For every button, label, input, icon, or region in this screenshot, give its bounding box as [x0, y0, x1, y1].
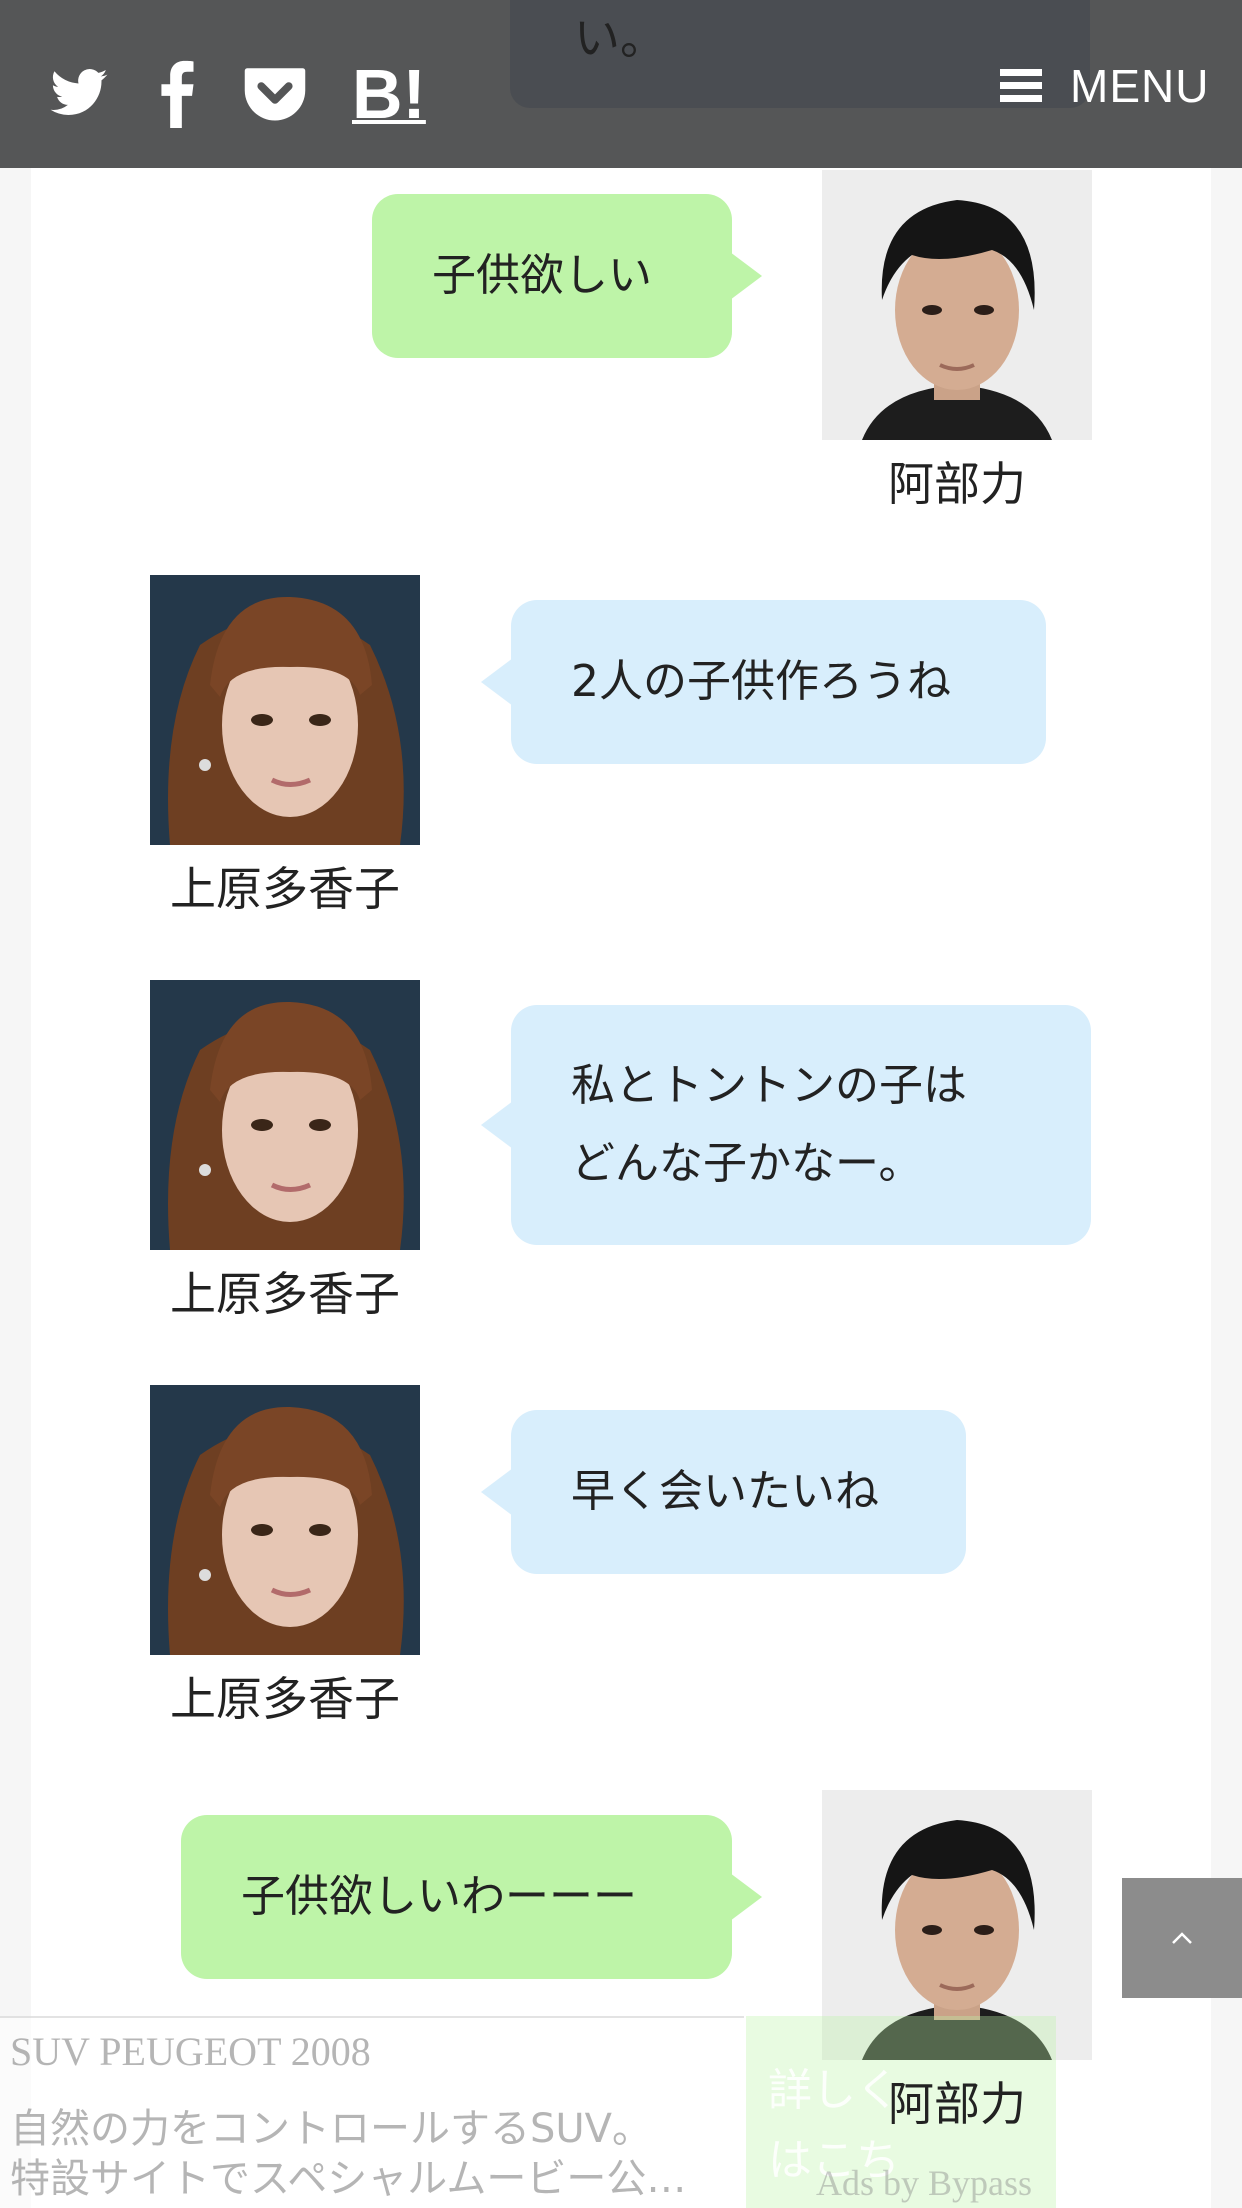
chat-bubble: 私とトントンの子は どんな子かなー。	[481, 1005, 1091, 1245]
chat-bubble-text: 2人の子供作ろうね	[571, 656, 951, 707]
ad-title: SUV PEUGEOT 2008	[10, 2029, 371, 2074]
scroll-to-top-button[interactable]	[1122, 1878, 1242, 1998]
ad-line-2: 特設サイトでスペシャルムービー公…	[10, 2156, 687, 2202]
chevron-up-icon	[1172, 1932, 1192, 1944]
speaker-name: 阿部力	[888, 2077, 1026, 2131]
hatena-bookmark-icon[interactable]: B!	[352, 54, 426, 133]
menu-button[interactable]: MENU	[1000, 56, 1209, 116]
speaker-name: 上原多香子	[170, 1672, 400, 1726]
chat-bubble: 子供欲しいわーーー	[181, 1815, 762, 1979]
chat-bubble-text: 子供欲しい	[432, 250, 652, 301]
avatar	[822, 170, 1092, 440]
avatar	[150, 980, 420, 1250]
chat-bubble: 子供欲しい	[372, 194, 762, 358]
avatar	[150, 575, 420, 845]
hamburger-icon	[1000, 69, 1042, 103]
speaker-name: 上原多香子	[170, 862, 400, 916]
top-header: い。 B! MENU	[0, 0, 1242, 168]
chat-bubble-text: 早く会いたいね	[571, 1466, 879, 1517]
menu-label: MENU	[1070, 60, 1210, 112]
chat-bubble: 2人の子供作ろうね	[481, 600, 1046, 764]
speaker-name: 上原多香子	[170, 1267, 400, 1321]
chat-bubble-text-line1: 私とトントンの子は	[571, 1060, 967, 1111]
chat-bubble-text: 子供欲しいわーーー	[241, 1871, 637, 1922]
chat-bubble: 早く会いたいね	[481, 1410, 966, 1574]
pocket-icon[interactable]	[242, 58, 308, 128]
previous-bubble-text: い。	[574, 11, 666, 65]
chat-bubble-text-line2: どんな子かなー。	[571, 1138, 923, 1189]
twitter-icon[interactable]	[48, 58, 110, 128]
ad-credit: Ads by Bypass	[816, 2163, 1033, 2203]
avatar	[150, 1385, 420, 1655]
facebook-icon[interactable]	[156, 58, 196, 128]
speaker-name: 阿部力	[888, 457, 1026, 511]
